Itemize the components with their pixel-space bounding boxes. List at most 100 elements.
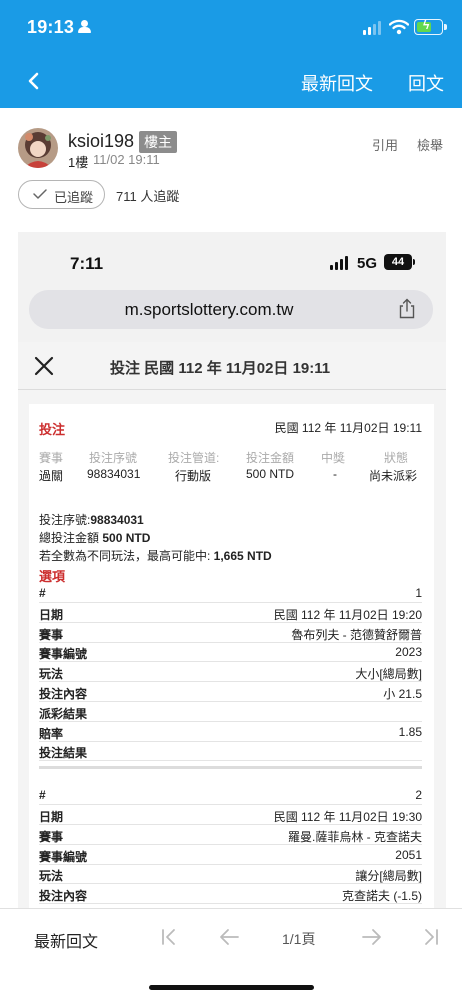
selection-row-label: 賽事: [39, 829, 64, 844]
page-indicator[interactable]: 1/1頁: [282, 929, 315, 949]
sheet-header: 投注 民國 112 年 11月02日 19:11: [18, 342, 446, 390]
options-label: 選項: [39, 569, 66, 584]
serial-label: 投注序號:: [39, 513, 91, 527]
selection-row-label: 投注結果: [39, 746, 88, 761]
follow-button[interactable]: 已追蹤: [18, 180, 105, 209]
summary-header: 投注管道:: [168, 451, 220, 465]
selection-row: #2: [39, 786, 422, 806]
wifi-icon: [389, 19, 409, 35]
max-win-label: 若全數為不同玩法，最高可能中:: [39, 549, 214, 563]
selection-row: 玩法 大小[總局數]: [39, 663, 422, 683]
selection-row-label: 玩法: [39, 667, 64, 682]
selection-row: 賠率 1.85: [39, 723, 422, 742]
check-icon: [33, 189, 47, 199]
op-badge: 樓主: [139, 131, 177, 153]
follow-label: 已追蹤: [54, 190, 94, 205]
selection-row: 賽事 羅曼.薩菲烏林 - 克查諾夫: [39, 826, 422, 845]
summary-value: 尚未派彩: [369, 469, 418, 483]
selection-row: 日期 民國 112 年 11月02日 19:20: [39, 604, 422, 623]
reply-link[interactable]: 回文: [408, 70, 444, 96]
summary-header: 投注序號: [89, 451, 138, 465]
summary-value: 98834031: [87, 467, 141, 481]
screenshot-network-label: 5G: [357, 255, 378, 272]
next-page-icon[interactable]: [361, 927, 383, 947]
summary-header: 賽事: [39, 451, 64, 465]
summary-value: 行動版: [175, 469, 212, 483]
bet-detail-sheet: 投注 民國 112 年 11月02日 19:11 投注 民國 112 年 11月…: [18, 342, 446, 912]
attached-screenshot[interactable]: 7:11 5G 44 m.sportslottery.com.tw 投注 民國 …: [18, 232, 446, 912]
selection-row-label: 投注內容: [39, 687, 88, 701]
selection-row: 派彩結果: [39, 703, 422, 722]
selection-row: #1: [39, 584, 422, 603]
selection-row: 賽事編號 2051: [39, 846, 422, 865]
summary-value: -: [333, 467, 337, 481]
avatar[interactable]: [18, 128, 58, 168]
selection-row-value: 民國 112 年 11月02日 19:30: [273, 810, 422, 824]
selection-divider: [39, 766, 422, 770]
max-win-value: 1,665 NTD: [213, 549, 272, 563]
selection-row: 玩法 讓分[總局數]: [39, 865, 422, 885]
selection-row-value: 小 21.5: [383, 687, 422, 701]
cellular-signal-icon: [363, 21, 383, 35]
selection-row-label: #: [39, 586, 46, 600]
latest-replies-link[interactable]: 最新回文: [301, 70, 373, 96]
summary-header: 投注金額: [246, 451, 295, 465]
screenshot-url-bar: m.sportslottery.com.tw: [29, 290, 433, 329]
last-page-icon[interactable]: [420, 927, 442, 947]
selection-row-label: 投注內容: [39, 889, 88, 904]
selection-row-value: 羅曼.薩菲烏林 - 克查諾夫: [288, 829, 422, 844]
selection-row-label: 日期: [39, 607, 64, 622]
total-label: 總投注金額: [39, 531, 103, 545]
selection-row-label: 派彩結果: [39, 706, 88, 721]
person-icon: [78, 20, 91, 34]
max-win-line: 若全數為不同玩法，最高可能中: 1,665 NTD: [39, 547, 272, 564]
selection-row-label: 賽事編號: [39, 647, 88, 662]
selection-row-label: 玩法: [39, 869, 64, 884]
quote-link[interactable]: 引用: [372, 135, 398, 154]
bet-card: 投注 民國 112 年 11月02日 19:11 賽事 投注序號 投注管道: 投…: [29, 404, 434, 912]
status-bar: 19:13 ϟ: [0, 0, 462, 54]
selection-row: 賽事 魯布列夫 - 范德贊舒爾普: [39, 624, 422, 643]
total-line: 總投注金額 500 NTD: [39, 529, 150, 546]
total-value: 500 NTD: [102, 531, 151, 545]
summary-value: 500 NTD: [246, 467, 295, 481]
nav-bar: 最新回文 回文: [0, 54, 462, 108]
selection-row-value: 克查諾夫 (-1.5): [341, 889, 422, 904]
selection-row-value: 民國 112 年 11月02日 19:20: [273, 607, 422, 622]
bet-section-label: 投注: [39, 422, 66, 437]
selection-row-label: 日期: [39, 810, 64, 824]
selection-row-value: 魯布列夫 - 范德贊舒爾普: [291, 627, 422, 642]
share-icon: [399, 298, 415, 319]
status-time: 19:13: [27, 17, 75, 37]
selection-row-value: 1.85: [398, 724, 422, 739]
screenshot-url: m.sportslottery.com.tw: [124, 300, 294, 319]
selection-row-label: 賠率: [39, 726, 64, 741]
selection-row: 投注結果: [39, 742, 422, 762]
first-page-icon[interactable]: [158, 927, 180, 947]
selection-row: 投注內容 小 21.5: [39, 683, 422, 702]
selection-row-value: 讓分[總局數]: [355, 869, 422, 884]
selection-row-label: 賽事: [39, 627, 64, 642]
username[interactable]: ksioi198: [68, 131, 134, 152]
floor-number: 1樓: [68, 155, 89, 170]
previous-page-icon[interactable]: [218, 927, 240, 947]
screenshot-battery-tip: [413, 259, 415, 265]
selection-row: 賽事編號 2023: [39, 643, 422, 663]
screenshot-battery-icon: 44: [384, 254, 412, 270]
selection-row-value: 大小[總局數]: [355, 667, 422, 682]
selection-row-value: 2023: [395, 645, 422, 660]
report-link[interactable]: 檢舉: [417, 135, 443, 154]
selection-row: 日期 民國 112 年 11月02日 19:30: [39, 806, 422, 825]
selection-row-value: 2051: [395, 847, 422, 862]
back-chevron-icon[interactable]: [24, 70, 44, 92]
serial-line: 投注序號:98834031: [39, 511, 144, 528]
battery-icon: ϟ: [414, 18, 447, 35]
summary-header: 狀態: [384, 451, 409, 465]
home-indicator: [149, 985, 314, 990]
screenshot-signal-icon: [330, 256, 350, 270]
close-icon: [34, 356, 54, 376]
selection-row: 投注內容 克查諾夫 (-1.5): [39, 885, 422, 905]
screenshot-status-time: 7:11: [70, 254, 104, 273]
selection-row-value: 1: [415, 586, 422, 600]
bottom-latest-replies[interactable]: 最新回文: [34, 928, 98, 952]
